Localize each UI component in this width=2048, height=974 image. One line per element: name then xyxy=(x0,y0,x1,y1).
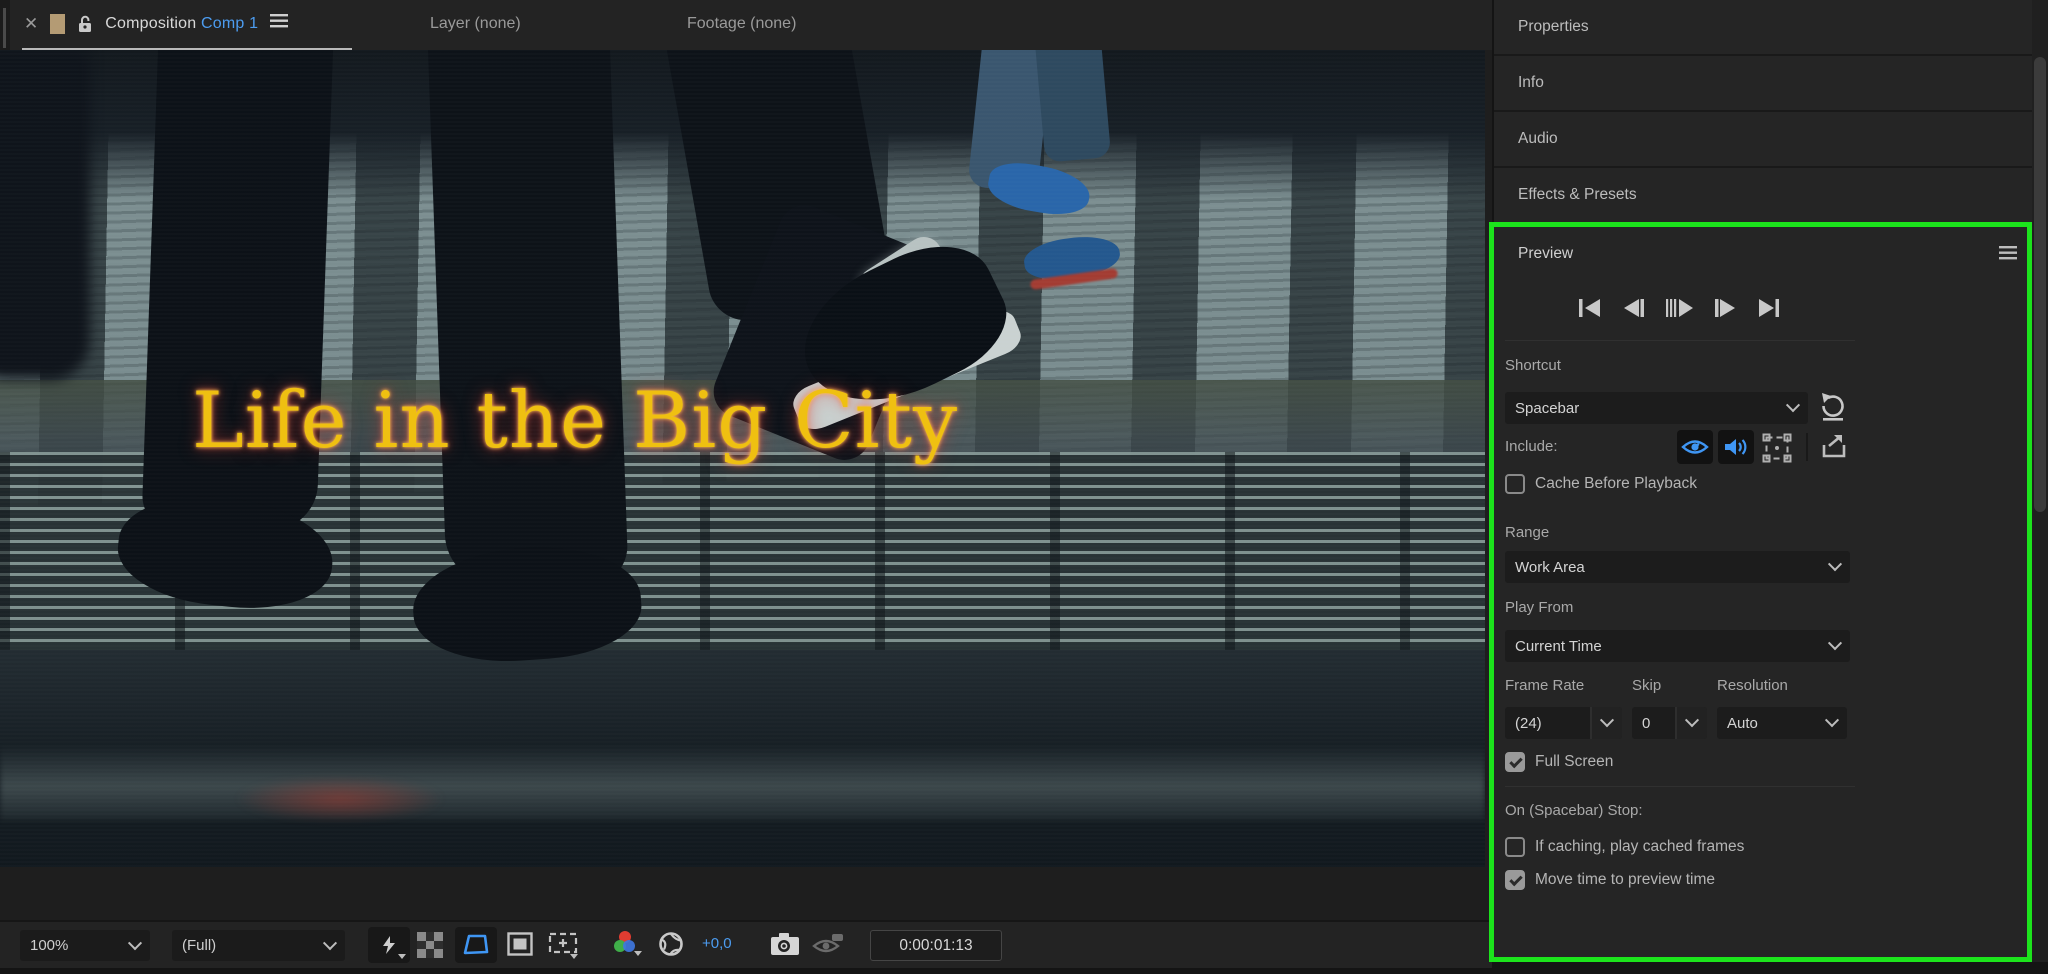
chevron-down-icon xyxy=(1824,713,1840,728)
full-screen-checkbox[interactable] xyxy=(1505,752,1525,772)
magnification-value: 100% xyxy=(30,937,69,954)
tab-menu-icon[interactable] xyxy=(270,14,289,33)
close-icon[interactable]: ✕ xyxy=(24,15,38,32)
on-stop-label: On (Spacebar) Stop: xyxy=(1505,802,1643,819)
next-frame-button[interactable] xyxy=(1712,297,1739,324)
first-frame-button[interactable] xyxy=(1576,297,1603,324)
skip-label: Skip xyxy=(1632,677,1662,694)
region-of-interest-icon[interactable] xyxy=(507,932,533,956)
current-time-display[interactable]: 0:00:01:13 xyxy=(870,930,1002,961)
viewer-tab-bar: ✕ Composition Comp 1 Layer (none) Footag… xyxy=(0,0,1492,51)
cache-before-playback-row: Cache Before Playback xyxy=(1505,474,1697,494)
reset-icon[interactable] xyxy=(1819,392,1847,427)
unlock-icon[interactable] xyxy=(77,14,93,33)
cache-before-playback-checkbox[interactable] xyxy=(1505,474,1525,494)
playback-controls xyxy=(1576,297,1783,324)
fast-preview-button[interactable] xyxy=(368,927,410,963)
frame-rate-select[interactable]: (24) xyxy=(1505,707,1622,739)
chevron-down-icon xyxy=(1785,398,1801,413)
frame-rate-label: Frame Rate xyxy=(1505,677,1585,694)
chevron-down-icon xyxy=(322,935,338,950)
show-snapshot-icon[interactable] xyxy=(812,932,844,956)
guides-rulers-icon[interactable] xyxy=(548,931,580,959)
transparency-grid-icon[interactable] xyxy=(417,932,443,958)
composition-video-frame[interactable]: Life in the Big City xyxy=(0,50,1485,867)
panel-tab-properties[interactable]: Properties xyxy=(1494,0,2032,56)
panel-scrollbar-thumb[interactable] xyxy=(2034,57,2046,512)
chevron-down-icon xyxy=(1599,713,1615,728)
last-frame-button[interactable] xyxy=(1756,297,1783,324)
full-screen-row: Full Screen xyxy=(1505,752,1613,772)
viewer-toolbar: 100% (Full) +0,0 0:00:01:13 xyxy=(0,920,1492,968)
chevron-down-icon xyxy=(1827,557,1843,572)
comp-color-swatch[interactable] xyxy=(50,13,66,34)
tab-footage[interactable]: Footage (none) xyxy=(687,0,796,47)
resolution-select[interactable]: (Full) xyxy=(172,930,345,961)
include-audio-button[interactable] xyxy=(1718,430,1754,464)
chevron-down-icon xyxy=(1827,636,1843,651)
play-from-select[interactable]: Current Time xyxy=(1505,630,1850,662)
include-video-button[interactable] xyxy=(1677,430,1713,464)
after-effects-window: ✕ Composition Comp 1 Layer (none) Footag… xyxy=(0,0,2048,974)
preview-menu-icon[interactable] xyxy=(1999,246,2017,265)
preview-resolution-select[interactable]: Auto xyxy=(1717,707,1847,739)
tab-composition-label: Composition Comp 1 xyxy=(105,14,259,32)
tab-composition[interactable]: ✕ Composition Comp 1 xyxy=(18,0,294,47)
chevron-down-icon xyxy=(1684,713,1700,728)
overlays-icon xyxy=(1762,433,1792,463)
exposure-value[interactable]: +0,0 xyxy=(702,935,732,952)
previous-frame-button[interactable] xyxy=(1620,297,1647,324)
panel-tab-audio[interactable]: Audio xyxy=(1494,112,2032,168)
snapshot-camera-icon[interactable] xyxy=(770,932,800,956)
share-icon[interactable] xyxy=(1820,433,1848,459)
range-label: Range xyxy=(1505,524,1550,541)
include-label: Include: xyxy=(1505,438,1558,455)
channels-icon[interactable] xyxy=(612,929,646,959)
move-time-checkbox[interactable] xyxy=(1505,870,1525,890)
timecode: 0:00:01:13 xyxy=(899,936,973,954)
exposure-icon[interactable] xyxy=(658,931,684,957)
range-select[interactable]: Work Area xyxy=(1505,551,1850,583)
video-title-overlay: Life in the Big City xyxy=(191,376,959,466)
right-panel-stack: Properties Info Audio Effects & Presets … xyxy=(1494,0,2032,962)
if-caching-checkbox[interactable] xyxy=(1505,837,1525,857)
speaker-icon xyxy=(1725,439,1747,455)
play-from-label: Play From xyxy=(1505,599,1574,616)
move-time-row: Move time to preview time xyxy=(1505,870,1715,890)
tab-layer[interactable]: Layer (none) xyxy=(430,0,521,47)
eye-icon xyxy=(1681,440,1709,454)
play-button[interactable] xyxy=(1664,297,1695,324)
shortcut-label: Shortcut xyxy=(1505,357,1561,374)
include-overlays-button[interactable] xyxy=(1762,433,1792,463)
panel-tab-effects-presets[interactable]: Effects & Presets xyxy=(1494,168,2032,224)
preview-panel-title[interactable]: Preview xyxy=(1518,245,1573,263)
resolution-label: Resolution xyxy=(1717,677,1788,694)
magnification-select[interactable]: 100% xyxy=(20,930,150,961)
skip-select[interactable]: 0 xyxy=(1632,707,1707,739)
chevron-down-icon xyxy=(127,935,143,950)
panel-tab-info[interactable]: Info xyxy=(1494,56,2032,112)
composition-viewer-panel: ✕ Composition Comp 1 Layer (none) Footag… xyxy=(0,0,1492,968)
if-caching-row: If caching, play cached frames xyxy=(1505,837,1744,857)
resolution-value: (Full) xyxy=(182,937,217,954)
shortcut-select[interactable]: Spacebar xyxy=(1505,392,1808,424)
mask-visibility-button[interactable] xyxy=(455,927,497,963)
